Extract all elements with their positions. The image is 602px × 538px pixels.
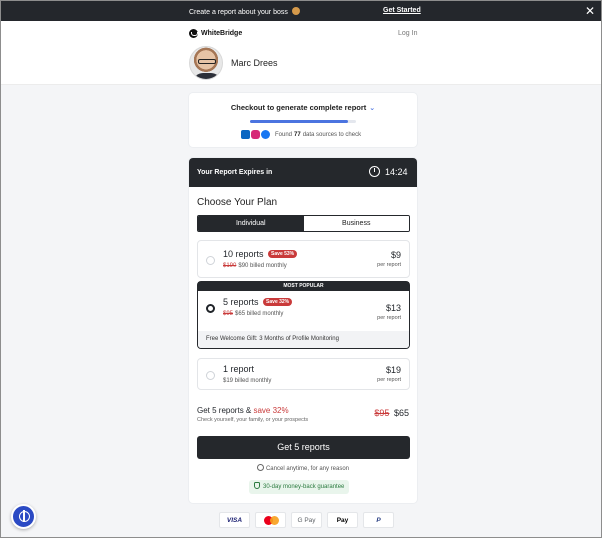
brand-name: WhiteBridge — [201, 30, 243, 37]
chevron-down-icon[interactable]: ⌄ — [369, 104, 375, 112]
progress-bar — [250, 120, 356, 123]
facebook-icon — [261, 130, 270, 139]
shirt-shape — [193, 73, 221, 79]
tab-individual[interactable]: Individual — [198, 216, 304, 231]
option-price: $9 per report — [377, 250, 401, 268]
most-popular-label: MOST POPULAR — [198, 282, 409, 291]
mastercard-circle-orange — [270, 516, 279, 525]
promo-boss: boss — [273, 9, 288, 16]
summary-new-price: $65 — [393, 408, 409, 418]
check-circle-icon — [256, 464, 264, 471]
linkedin-icon — [241, 130, 250, 139]
accessibility-button[interactable] — [11, 504, 36, 529]
radio-10-reports[interactable] — [206, 256, 215, 265]
price-unit: per report — [377, 377, 401, 383]
countdown-timer: 14:24 — [385, 167, 408, 177]
get-reports-button[interactable]: Get 5 reports — [197, 436, 410, 459]
summary-price: $95 $65 — [374, 408, 409, 418]
shield-icon — [254, 482, 260, 489]
plan-card: Your Report Expires in 14:24 Choose Your… — [189, 158, 417, 503]
option-name: 5 reports Save 32% — [223, 297, 293, 307]
option-price: $13 per report — [377, 303, 401, 321]
promo-bar: Create a report about your boss Get Star… — [1, 1, 601, 21]
plan-option-10-reports[interactable]: 10 reports Save 53% $190 $90 billed month… — [197, 240, 410, 278]
summary-title: Get 5 reports & save 32% — [197, 406, 289, 415]
summary-old-price: $95 — [374, 408, 390, 418]
avatar — [189, 46, 223, 80]
get-started-link[interactable]: Get Started — [383, 7, 421, 14]
old-price: $95 — [223, 311, 234, 317]
mastercard-icon — [255, 512, 286, 528]
summary-save: save 32% — [253, 406, 289, 415]
option-billing: $190 $90 billed monthly — [223, 263, 287, 269]
price-value: $13 — [385, 303, 401, 313]
old-price: $190 — [223, 263, 237, 269]
welcome-gift-note: Free Welcome Gift: 3 Months of Profile M… — [198, 331, 409, 348]
summary-title-text: Get 5 reports & — [197, 406, 252, 415]
google-pay-icon: G Pay — [291, 512, 322, 528]
option-name-text: 5 reports — [223, 297, 259, 307]
option-name: 1 report — [223, 364, 255, 374]
instagram-icon — [251, 130, 260, 139]
sources-prefix: Found — [275, 131, 293, 138]
apple-pay-icon: Pay — [327, 512, 358, 528]
header: WhiteBridge Log In Marc Drees — [1, 21, 601, 85]
expire-bar: Your Report Expires in 14:24 — [189, 158, 417, 187]
plan-option-1-report[interactable]: 1 report $19 billed monthly $19 per repo… — [197, 358, 410, 390]
sources-count: 77 — [294, 131, 301, 138]
save-badge: Save 53% — [268, 250, 298, 258]
price-unit: per report — [377, 315, 401, 321]
cancel-text: Cancel anytime, for any reason — [265, 466, 350, 472]
price-unit: per report — [377, 262, 401, 268]
plan-type-toggle: Individual Business — [197, 215, 410, 232]
price-value: $19 — [385, 365, 401, 375]
option-billing: $95 $65 billed monthly — [223, 311, 283, 317]
summary-subtitle: Check yourself, your family, or your pro… — [197, 417, 309, 423]
glasses-shape — [198, 59, 216, 64]
logo-icon — [189, 29, 198, 38]
tab-business[interactable]: Business — [303, 216, 409, 231]
guarantee-text: 30-day money-back guarantee — [263, 484, 345, 490]
option-price: $19 per report — [377, 365, 401, 383]
alarm-clock-icon — [369, 166, 380, 177]
paypal-icon: P — [363, 512, 394, 528]
billed-text: $65 billed monthly — [235, 311, 284, 317]
close-icon[interactable]: ✕ — [585, 4, 595, 18]
brand-logo[interactable]: WhiteBridge — [189, 29, 242, 38]
login-link[interactable]: Log In — [398, 30, 417, 37]
payment-methods: VISA G Pay Pay P — [219, 512, 394, 528]
emoji-icon — [291, 7, 300, 15]
checkout-card: Checkout to generate complete report ⌄ Fo… — [189, 93, 417, 147]
plan-option-5-reports[interactable]: MOST POPULAR 5 reports Save 32% $95 $65 b… — [197, 281, 410, 349]
checkout-title: Checkout to generate complete report ⌄ — [189, 103, 417, 112]
price-value: $9 — [390, 250, 401, 260]
promo-message: Create a report about your — [189, 9, 272, 16]
radio-5-reports[interactable] — [206, 304, 215, 313]
promo-text: Create a report about your boss — [189, 7, 300, 16]
expire-label: Your Report Expires in — [197, 169, 273, 176]
checkout-title-text: Checkout to generate complete report — [230, 103, 367, 112]
visa-icon: VISA — [219, 512, 250, 528]
radio-1-report[interactable] — [206, 371, 215, 380]
data-sources: Found 77 data sources to check — [241, 130, 361, 139]
progress-fill — [250, 120, 348, 123]
person-name: Marc Drees — [231, 58, 278, 68]
cancel-note: Cancel anytime, for any reason — [189, 464, 417, 472]
option-name: 10 reports Save 53% — [223, 249, 298, 259]
option-name-text: 10 reports — [223, 249, 264, 259]
billed-text: $90 billed monthly — [238, 263, 287, 269]
money-back-badge: 30-day money-back guarantee — [249, 480, 350, 494]
sources-suffix: data sources to check — [302, 131, 362, 138]
option-billing: $19 billed monthly — [223, 378, 272, 384]
save-badge: Save 32% — [263, 298, 293, 306]
choose-plan-title: Choose Your Plan — [197, 197, 278, 208]
